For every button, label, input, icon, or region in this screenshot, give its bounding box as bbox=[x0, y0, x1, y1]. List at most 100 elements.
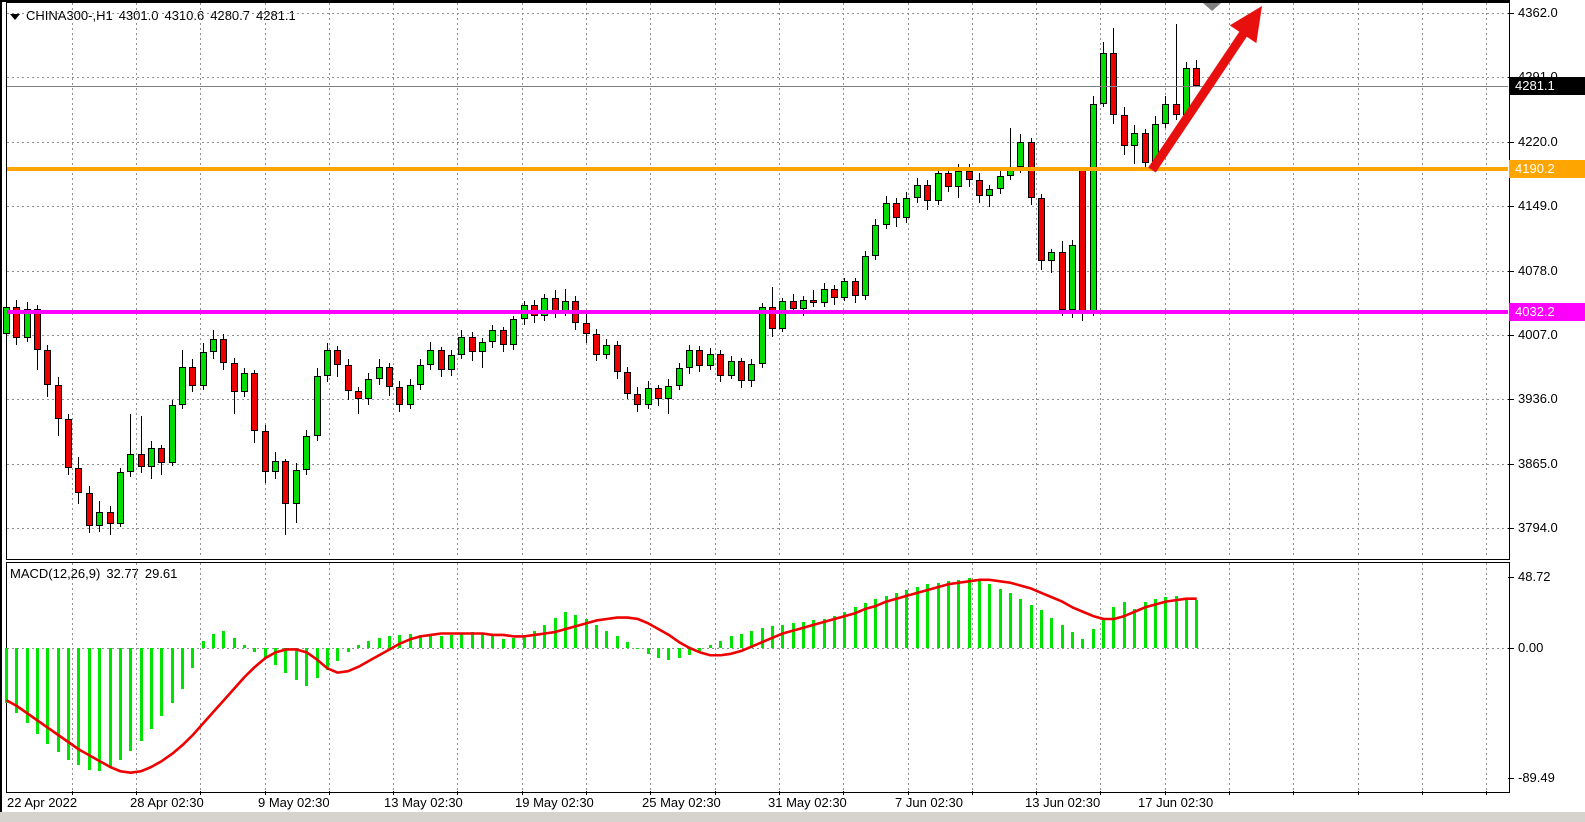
macd-histogram-bar[interactable] bbox=[968, 578, 971, 648]
macd-histogram-bar[interactable] bbox=[937, 583, 940, 648]
candle-bearish[interactable] bbox=[469, 337, 476, 352]
candle-bearish[interactable] bbox=[107, 512, 114, 525]
macd-histogram-bar[interactable] bbox=[781, 625, 784, 648]
candle-bullish[interactable] bbox=[955, 171, 962, 187]
candle-bullish[interactable] bbox=[200, 352, 207, 386]
candle-bearish[interactable] bbox=[345, 365, 352, 391]
macd-histogram-bar[interactable] bbox=[1112, 607, 1115, 648]
macd-histogram-bar[interactable] bbox=[647, 648, 650, 654]
candle-bearish[interactable] bbox=[1173, 104, 1180, 115]
candle-bullish[interactable] bbox=[210, 339, 217, 352]
candle-bullish[interactable] bbox=[427, 350, 434, 365]
candle-bullish[interactable] bbox=[510, 319, 517, 344]
macd-histogram-bar[interactable] bbox=[388, 636, 391, 648]
candle-bearish[interactable] bbox=[396, 387, 403, 405]
candle-bullish[interactable] bbox=[1090, 104, 1097, 314]
macd-histogram-bar[interactable] bbox=[1123, 602, 1126, 648]
candle-bullish[interactable] bbox=[1131, 133, 1138, 147]
candle-bearish[interactable] bbox=[924, 185, 931, 200]
macd-histogram-bar[interactable] bbox=[947, 581, 950, 648]
support-line[interactable] bbox=[7, 310, 1508, 314]
macd-histogram-bar[interactable] bbox=[1185, 599, 1188, 648]
macd-histogram-bar[interactable] bbox=[616, 636, 619, 648]
macd-histogram-bar[interactable] bbox=[564, 612, 567, 648]
macd-histogram-bar[interactable] bbox=[202, 641, 205, 648]
macd-histogram-bar[interactable] bbox=[761, 628, 764, 648]
macd-histogram-bar[interactable] bbox=[429, 635, 432, 648]
macd-histogram-bar[interactable] bbox=[916, 587, 919, 648]
candle-bearish[interactable] bbox=[334, 350, 341, 365]
candle-bullish[interactable] bbox=[241, 373, 248, 392]
candle-bullish[interactable] bbox=[293, 470, 300, 504]
macd-histogram-bar[interactable] bbox=[367, 641, 370, 648]
candle-bullish[interactable] bbox=[1162, 104, 1169, 124]
macd-histogram-bar[interactable] bbox=[957, 580, 960, 648]
candle-bullish[interactable] bbox=[603, 345, 610, 355]
macd-histogram-bar[interactable] bbox=[854, 607, 857, 648]
macd-histogram-bar[interactable] bbox=[491, 636, 494, 648]
macd-histogram-bar[interactable] bbox=[419, 635, 422, 648]
macd-histogram-bar[interactable] bbox=[1154, 599, 1157, 648]
macd-histogram-bar[interactable] bbox=[698, 648, 701, 651]
macd-histogram-bar[interactable] bbox=[709, 645, 712, 648]
candle-bearish[interactable] bbox=[614, 345, 621, 372]
macd-histogram-bar[interactable] bbox=[905, 590, 908, 648]
candle-bearish[interactable] bbox=[86, 493, 93, 527]
candle-bearish[interactable] bbox=[251, 373, 258, 431]
macd-histogram-bar[interactable] bbox=[605, 631, 608, 648]
candle-bullish[interactable] bbox=[676, 368, 683, 385]
candle-bearish[interactable] bbox=[282, 461, 289, 505]
resistance-line[interactable] bbox=[7, 167, 1508, 171]
candle-bullish[interactable] bbox=[821, 289, 828, 304]
candle-bullish[interactable] bbox=[407, 385, 414, 405]
candle-bullish[interactable] bbox=[458, 337, 465, 355]
macd-histogram-bar[interactable] bbox=[750, 631, 753, 648]
macd-histogram-bar[interactable] bbox=[1081, 639, 1084, 648]
macd-histogram-bar[interactable] bbox=[129, 648, 132, 751]
macd-histogram-bar[interactable] bbox=[181, 648, 184, 689]
candle-bearish[interactable] bbox=[624, 372, 631, 394]
macd-histogram-bar[interactable] bbox=[626, 642, 629, 648]
candle-bearish[interactable] bbox=[220, 339, 227, 363]
candle-bearish[interactable] bbox=[966, 171, 973, 180]
macd-histogram-bar[interactable] bbox=[26, 648, 29, 723]
candle-bearish[interactable] bbox=[189, 367, 196, 386]
macd-histogram-bar[interactable] bbox=[481, 634, 484, 649]
candle-bearish[interactable] bbox=[438, 350, 445, 370]
chart-shift-marker[interactable] bbox=[1203, 3, 1221, 11]
macd-histogram-bar[interactable] bbox=[1133, 609, 1136, 648]
macd-histogram-bar[interactable] bbox=[792, 623, 795, 648]
candle-bearish[interactable] bbox=[34, 309, 41, 351]
candle-bullish[interactable] bbox=[314, 376, 321, 436]
macd-histogram-bar[interactable] bbox=[88, 648, 91, 770]
candle-bullish[interactable] bbox=[169, 405, 176, 463]
macd-histogram-bar[interactable] bbox=[409, 634, 412, 649]
macd-histogram-bar[interactable] bbox=[450, 635, 453, 648]
candle-bullish[interactable] bbox=[148, 448, 155, 467]
candle-bullish[interactable] bbox=[748, 364, 755, 381]
candle-bullish[interactable] bbox=[417, 365, 424, 385]
candle-bearish[interactable] bbox=[386, 367, 393, 387]
macd-histogram-bar[interactable] bbox=[98, 648, 101, 771]
candle-bearish[interactable] bbox=[810, 300, 817, 304]
macd-histogram-bar[interactable] bbox=[585, 619, 588, 648]
candle-bearish[interactable] bbox=[717, 354, 724, 376]
macd-histogram-bar[interactable] bbox=[667, 648, 670, 660]
candle-bearish[interactable] bbox=[44, 350, 51, 384]
candle-bearish[interactable] bbox=[738, 361, 745, 381]
candle-bearish[interactable] bbox=[634, 394, 641, 405]
macd-histogram-bar[interactable] bbox=[1092, 629, 1095, 648]
macd-histogram-bar[interactable] bbox=[574, 615, 577, 648]
candle-bearish[interactable] bbox=[852, 281, 859, 296]
candle-bullish[interactable] bbox=[883, 203, 890, 225]
macd-histogram-bar[interactable] bbox=[336, 648, 339, 661]
candle-bullish[interactable] bbox=[872, 225, 879, 256]
macd-histogram-bar[interactable] bbox=[119, 648, 122, 760]
candle-bearish[interactable] bbox=[231, 363, 238, 392]
macd-histogram-bar[interactable] bbox=[1175, 596, 1178, 648]
macd-histogram-bar[interactable] bbox=[264, 648, 267, 658]
candle-bearish[interactable] bbox=[500, 330, 507, 345]
macd-histogram-bar[interactable] bbox=[233, 638, 236, 648]
candle-bearish[interactable] bbox=[893, 203, 900, 218]
macd-histogram-bar[interactable] bbox=[823, 619, 826, 648]
